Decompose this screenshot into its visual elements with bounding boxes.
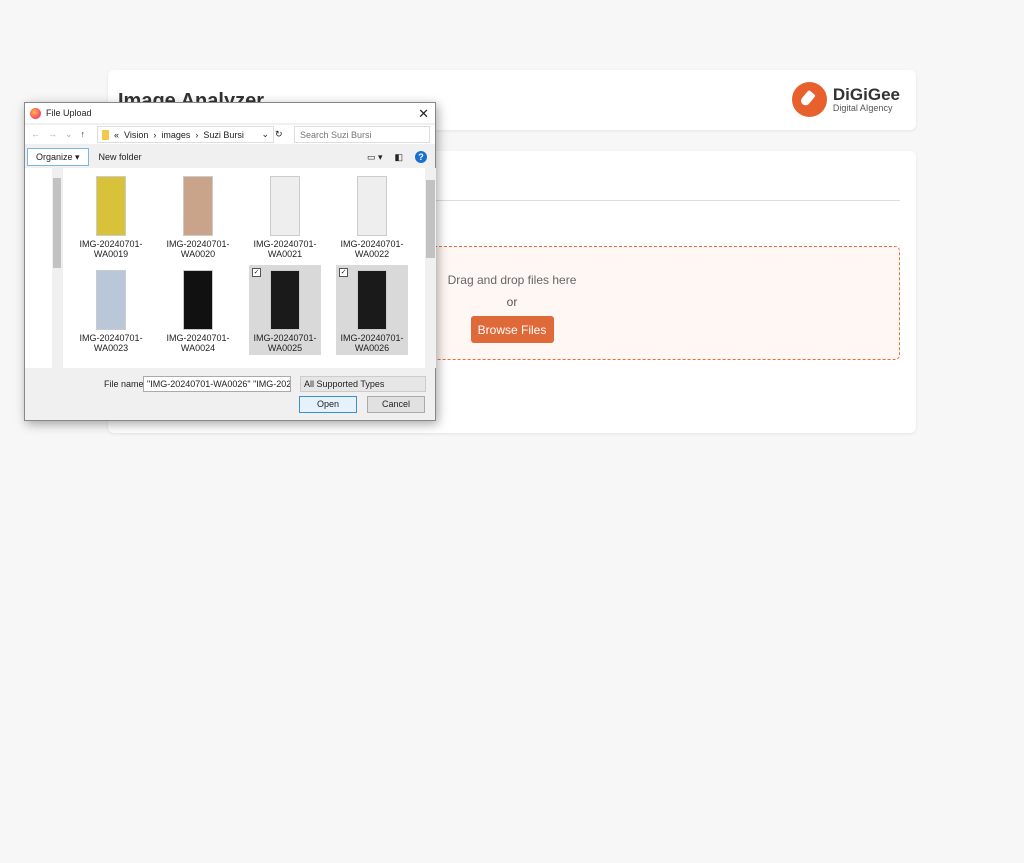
- organize-button[interactable]: Organize ▾: [27, 148, 89, 166]
- file-name: IMG-20240701-WA0021: [253, 239, 317, 259]
- file-item[interactable]: IMG-20240701-WA0023: [75, 265, 147, 355]
- file-name: IMG-20240701-WA0025: [253, 333, 317, 353]
- logo-tagline: Digital AIgency: [832, 103, 893, 113]
- refresh-icon[interactable]: ↻: [275, 129, 289, 140]
- file-item[interactable]: IMG-20240701-WA0019: [75, 171, 147, 261]
- image-thumbnail: [357, 176, 387, 236]
- image-thumbnail: [183, 270, 213, 330]
- image-thumbnail: [270, 270, 300, 330]
- nav-pane-scrollbar[interactable]: [52, 168, 62, 368]
- image-thumbnail: [96, 176, 126, 236]
- search-input[interactable]: [294, 126, 430, 143]
- open-button[interactable]: Open: [299, 396, 357, 413]
- dialog-titlebar[interactable]: File Upload ✕: [25, 103, 435, 123]
- file-name-label: File name:: [104, 379, 147, 389]
- browse-files-button[interactable]: Browse Files: [470, 316, 554, 343]
- shovel-icon: [791, 82, 827, 117]
- up-icon[interactable]: ↑: [81, 129, 94, 139]
- file-item[interactable]: IMG-20240701-WA0020: [162, 171, 234, 261]
- file-item[interactable]: ✓ IMG-20240701-WA0025: [249, 265, 321, 355]
- file-item[interactable]: IMG-20240701-WA0024: [162, 265, 234, 355]
- image-thumbnail: [357, 270, 387, 330]
- file-type-select[interactable]: All Supported Types: [300, 376, 426, 392]
- file-list-scrollbar[interactable]: [425, 168, 436, 368]
- separator-icon: ›: [153, 129, 157, 140]
- breadcrumb-images[interactable]: images: [161, 130, 190, 140]
- checkbox[interactable]: ✓: [252, 268, 261, 277]
- view-options-icon[interactable]: ▭ ▾: [367, 152, 383, 163]
- breadcrumb[interactable]: « Vision › images › Suzi Bursi ⌄: [97, 126, 274, 143]
- nav-arrows[interactable]: ←→⌄↑: [25, 129, 95, 140]
- image-thumbnail: [183, 176, 213, 236]
- cancel-button[interactable]: Cancel: [367, 396, 425, 413]
- checkbox[interactable]: ✓: [339, 268, 348, 277]
- separator-icon: ›: [195, 129, 199, 140]
- navigation-pane[interactable]: [25, 168, 63, 368]
- breadcrumb-vision[interactable]: Vision: [124, 130, 148, 140]
- file-item[interactable]: ✓ IMG-20240701-WA0026: [336, 265, 408, 355]
- file-name-input[interactable]: "IMG-20240701-WA0026" "IMG-2024: [143, 376, 291, 392]
- file-name: IMG-20240701-WA0019: [79, 239, 143, 259]
- new-folder-button[interactable]: New folder: [99, 152, 142, 162]
- dialog-title: File Upload: [46, 108, 92, 118]
- file-item[interactable]: IMG-20240701-WA0021: [249, 171, 321, 261]
- file-name: IMG-20240701-WA0024: [166, 333, 230, 353]
- address-bar: ←→⌄↑ « Vision › images › Suzi Bursi ⌄ ↻: [25, 125, 435, 144]
- firefox-icon: [30, 107, 41, 119]
- file-list-area: IMG-20240701-WA0019 IMG-20240701-WA0020 IM…: [25, 168, 436, 368]
- logo: DiGiGee Digital AIgency: [791, 82, 900, 117]
- file-name: IMG-20240701-WA0022: [340, 239, 404, 259]
- file-item[interactable]: IMG-20240701-WA0022: [336, 171, 408, 261]
- folder-icon: [102, 129, 109, 140]
- breadcrumb-overflow[interactable]: «: [114, 130, 119, 140]
- image-thumbnail: [96, 270, 126, 330]
- file-grid: IMG-20240701-WA0019 IMG-20240701-WA0020 IM…: [75, 171, 425, 355]
- image-thumbnail: [270, 176, 300, 236]
- dialog-toolbar: Organize ▾ New folder ▭ ▾ ◧ ?: [25, 148, 435, 166]
- file-upload-dialog: File Upload ✕ ←→⌄↑ « Vision › images › Suz…: [24, 102, 436, 421]
- help-icon[interactable]: ?: [415, 151, 427, 163]
- file-name: IMG-20240701-WA0026: [340, 333, 404, 353]
- preview-pane-icon[interactable]: ◧: [394, 152, 403, 163]
- file-name: IMG-20240701-WA0020: [166, 239, 230, 259]
- breadcrumb-suzi-bursi[interactable]: Suzi Bursi: [203, 130, 244, 140]
- file-name: IMG-20240701-WA0023: [79, 333, 143, 353]
- chevron-down-icon[interactable]: ⌄: [261, 129, 269, 140]
- logo-name: DiGiGee: [832, 85, 900, 104]
- close-icon[interactable]: ✕: [418, 106, 429, 122]
